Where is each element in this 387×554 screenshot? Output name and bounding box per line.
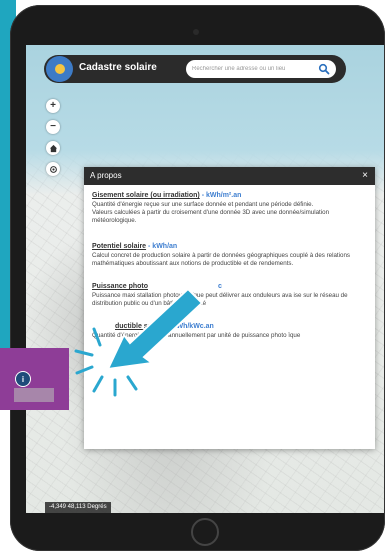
search-box[interactable] xyxy=(186,60,336,78)
section-title: ductible solaire xyxy=(115,323,167,331)
section-text: Quantité d'énergie produite annuellement… xyxy=(92,332,301,340)
info-highlight-box: i xyxy=(0,348,69,410)
dialog-title: A propos xyxy=(90,171,122,180)
plus-icon: + xyxy=(50,100,56,111)
dialog-header: A propos × xyxy=(84,167,375,185)
section-title: Puissance photo xyxy=(92,283,149,291)
map-screen[interactable]: Cadastre solaire + − A propos × xyxy=(26,45,384,513)
locate-button[interactable] xyxy=(46,162,60,176)
home-button[interactable] xyxy=(46,141,60,155)
tablet-frame: Cadastre solaire + − A propos × xyxy=(10,5,385,551)
section-text: Calcul concret de production solaire à p… xyxy=(92,251,350,267)
info-icon[interactable]: i xyxy=(15,371,31,387)
close-icon[interactable]: × xyxy=(362,170,368,181)
section-unit: c xyxy=(218,283,222,291)
app-header: Cadastre solaire xyxy=(44,55,346,83)
section-unit: - kWh/kWc.an xyxy=(166,323,214,331)
section-productible: ductible solaire - kWh/kWc.an Quantité d… xyxy=(92,322,367,340)
section-text: Quantité d'énergie reçue sur une surface… xyxy=(92,201,330,225)
section-text: Puissance maxi stallation photovoltaïque… xyxy=(92,292,348,308)
map-thumbnail xyxy=(14,388,54,402)
home-icon xyxy=(49,144,57,152)
search-icon[interactable] xyxy=(318,63,330,75)
section-power: Puissance photo c Puissance maxi stallati… xyxy=(92,282,367,308)
section-irradiation: Gisement solaire (ou irradiation) - kWh/… xyxy=(92,191,367,226)
section-potential: Potentiel solaire - kWh/an Calcul concre… xyxy=(92,242,367,268)
home-hardware-button[interactable] xyxy=(191,518,219,546)
coordinates-readout: -4,349 48,113 Degrés xyxy=(45,502,111,513)
about-dialog: A propos × Gisement solaire (ou irradiat… xyxy=(84,167,375,449)
zoom-out-button[interactable]: − xyxy=(46,120,60,134)
app-logo xyxy=(46,56,73,82)
locate-icon xyxy=(49,165,57,173)
section-title: Potentiel solaire xyxy=(92,242,147,250)
app-title: Cadastre solaire xyxy=(79,62,157,73)
section-unit: - kWh/m².an xyxy=(199,192,242,199)
camera xyxy=(193,29,199,35)
search-input[interactable] xyxy=(192,62,310,76)
sun-icon xyxy=(54,64,65,74)
dialog-body: Gisement solaire (ou irradiation) - kWh/… xyxy=(84,185,375,341)
section-title: Gisement solaire (ou irradiation) xyxy=(92,192,200,199)
zoom-in-button[interactable]: + xyxy=(46,99,60,113)
section-unit: - kWh/an xyxy=(146,242,178,250)
minus-icon: − xyxy=(50,121,56,132)
